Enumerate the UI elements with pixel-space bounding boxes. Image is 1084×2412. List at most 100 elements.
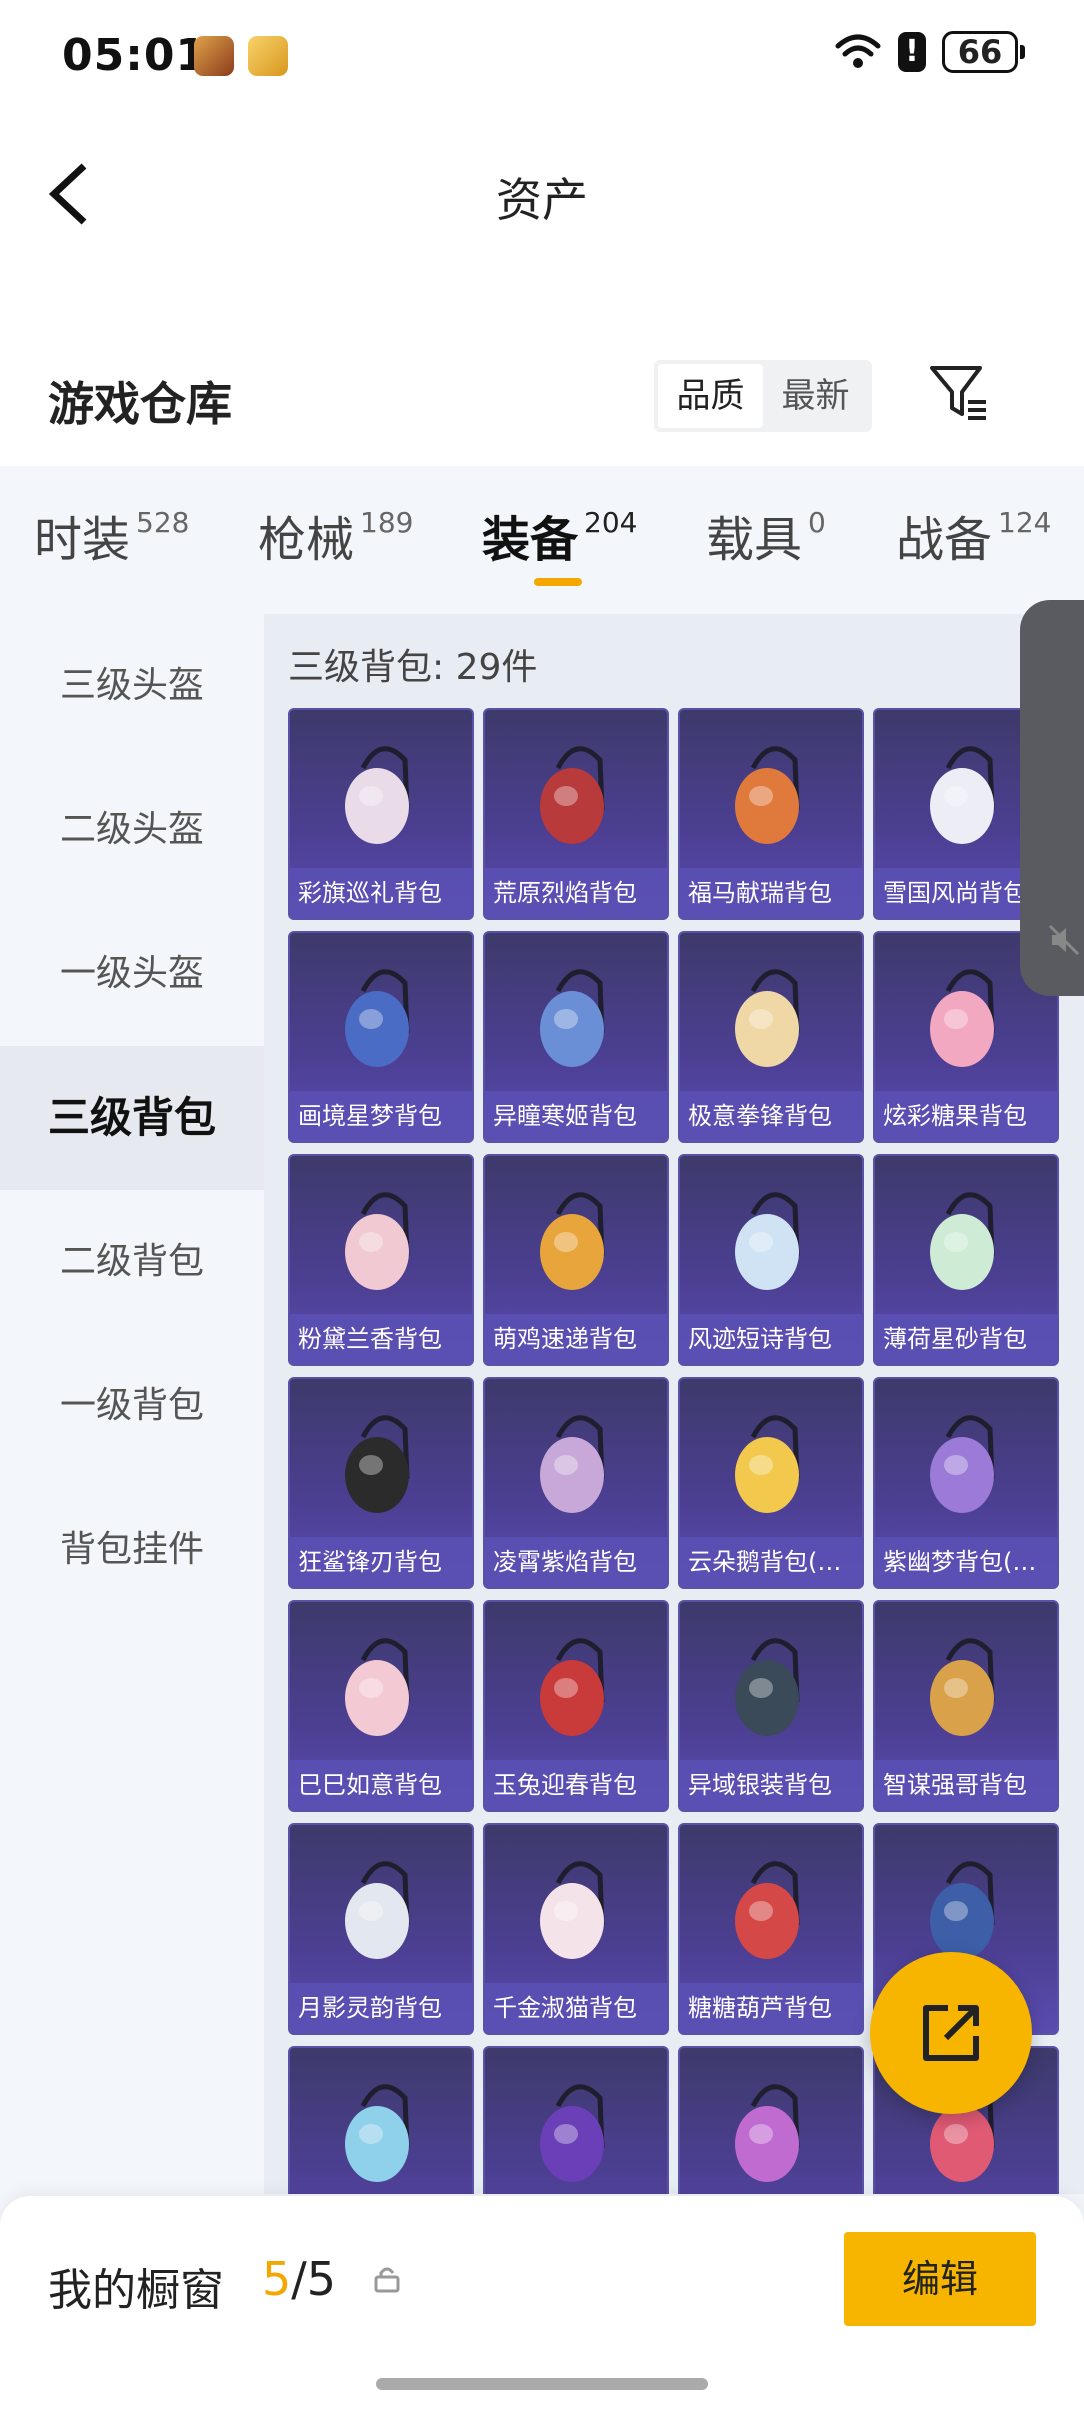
- tab-label: 装备: [482, 512, 579, 568]
- filter-button[interactable]: [926, 362, 990, 426]
- item-card[interactable]: 异域银装背包: [678, 1600, 864, 1812]
- alert-icon: !: [898, 32, 926, 72]
- item-card-label: 荒原烈焰背包: [485, 868, 667, 918]
- item-card[interactable]: 紫幽梦背包(…: [873, 1377, 1059, 1589]
- item-card[interactable]: 异瞳寒姬背包: [483, 931, 669, 1143]
- backpack-icon: [540, 1415, 605, 1513]
- category-list: 三级头盔 二级头盔 一级头盔 三级背包 二级背包 一级背包 背包挂件: [0, 614, 264, 1622]
- item-card[interactable]: 福马献瑞背包: [678, 708, 864, 920]
- item-card[interactable]: 云朵鹅背包(…: [678, 1377, 864, 1589]
- backpack-icon: [540, 969, 605, 1067]
- sort-quality-option[interactable]: 品质: [658, 364, 763, 428]
- item-card[interactable]: 巳巳如意背包: [288, 1600, 474, 1812]
- tab-battle-gear[interactable]: 战备 124: [896, 500, 1051, 570]
- backpack-icon: [345, 1192, 410, 1290]
- item-card[interactable]: 风迹短诗背包: [678, 1154, 864, 1366]
- item-card[interactable]: 糖糖葫芦背包: [678, 1823, 864, 2035]
- item-card[interactable]: 粉黛兰香背包: [288, 1154, 474, 1366]
- category-item[interactable]: 三级头盔: [0, 614, 264, 758]
- showcase-total: /5: [291, 2252, 337, 2306]
- tab-equipment[interactable]: 装备 204: [482, 500, 637, 570]
- item-card-label: 极意拳锋背包: [680, 1091, 862, 1141]
- tab-label: 战备: [896, 512, 993, 568]
- lock-icon: [374, 2267, 400, 2293]
- category-item-active[interactable]: 三级背包: [0, 1046, 264, 1190]
- item-card[interactable]: 萌鸡速递背包: [483, 1154, 669, 1366]
- item-card[interactable]: 凌霄紫焰背包: [483, 1377, 669, 1589]
- item-card[interactable]: 极意拳锋背包: [678, 931, 864, 1143]
- backpack-icon: [735, 2084, 800, 2182]
- item-card[interactable]: 荒原烈焰背包: [483, 708, 669, 920]
- share-button[interactable]: [870, 1952, 1032, 2114]
- backpack-icon: [735, 1638, 800, 1736]
- item-card[interactable]: 画境星梦背包: [288, 931, 474, 1143]
- backpack-icon: [735, 1861, 800, 1959]
- item-card[interactable]: 彩旗巡礼背包: [288, 708, 474, 920]
- showcase-current: 5: [262, 2252, 292, 2306]
- item-card[interactable]: 薄荷星砂背包: [873, 1154, 1059, 1366]
- tab-count: 124: [998, 506, 1052, 539]
- mute-icon: [1048, 924, 1080, 956]
- backpack-icon: [345, 1861, 410, 1959]
- backpack-icon: [540, 746, 605, 844]
- item-card-label: 千金淑猫背包: [485, 1983, 667, 2033]
- home-indicator: [376, 2378, 708, 2390]
- item-card-label: 彩旗巡礼背包: [290, 868, 472, 918]
- category-item[interactable]: 背包挂件: [0, 1478, 264, 1622]
- item-card[interactable]: 狂鲨锋刃背包: [288, 1377, 474, 1589]
- item-card-label: 粉黛兰香背包: [290, 1314, 472, 1364]
- backpack-icon: [930, 1638, 995, 1736]
- backpack-icon: [540, 1192, 605, 1290]
- item-count-title: 三级背包: 29件: [288, 647, 538, 688]
- item-card-label: 月影灵韵背包: [290, 1983, 472, 2033]
- item-card-label: 画境星梦背包: [290, 1091, 472, 1141]
- item-card-label: 智谋强哥背包: [875, 1760, 1057, 1810]
- tab-label: 载具: [706, 512, 803, 568]
- item-card[interactable]: [483, 2046, 669, 2194]
- item-card-label: 巳巳如意背包: [290, 1760, 472, 1810]
- tab-vehicles[interactable]: 载具 0: [706, 500, 826, 570]
- backpack-icon: [540, 1861, 605, 1959]
- item-card-label: 萌鸡速递背包: [485, 1314, 667, 1364]
- showcase-label: 我的橱窗: [48, 2265, 224, 2316]
- backpack-icon: [345, 746, 410, 844]
- backpack-icon: [930, 1415, 995, 1513]
- backpack-icon: [345, 1415, 410, 1513]
- backpack-icon: [345, 1638, 410, 1736]
- category-item[interactable]: 二级背包: [0, 1190, 264, 1334]
- item-card[interactable]: 玉兔迎春背包: [483, 1600, 669, 1812]
- category-item[interactable]: 二级头盔: [0, 758, 264, 902]
- item-card[interactable]: [288, 2046, 474, 2194]
- item-card[interactable]: [678, 2046, 864, 2194]
- item-card-label: 紫幽梦背包(…: [875, 1537, 1057, 1587]
- item-card-label: 异域银装背包: [680, 1760, 862, 1810]
- tab-count: 528: [136, 506, 190, 539]
- item-card[interactable]: 千金淑猫背包: [483, 1823, 669, 2035]
- wifi-icon: [835, 34, 881, 68]
- item-card-label: 异瞳寒姬背包: [485, 1091, 667, 1141]
- item-card-label: 狂鲨锋刃背包: [290, 1537, 472, 1587]
- item-card-label: 风迹短诗背包: [680, 1314, 862, 1364]
- tab-label: 枪械: [258, 512, 355, 568]
- tab-count: 204: [584, 506, 638, 539]
- status-bar: 05:01 ! 66: [0, 0, 1084, 110]
- active-tab-indicator: [534, 578, 582, 586]
- backpack-icon: [735, 969, 800, 1067]
- sort-newest-option[interactable]: 最新: [763, 364, 868, 428]
- tab-guns[interactable]: 枪械 189: [258, 500, 413, 570]
- item-card-label: 糖糖葫芦背包: [680, 1983, 862, 2033]
- game-app-icon: [194, 36, 234, 76]
- category-item[interactable]: 一级背包: [0, 1334, 264, 1478]
- item-card[interactable]: 智谋强哥背包: [873, 1600, 1059, 1812]
- tab-fashion[interactable]: 时装 528: [34, 500, 189, 570]
- side-drawer-handle[interactable]: [1020, 600, 1084, 996]
- item-card-label: 福马献瑞背包: [680, 868, 862, 918]
- backpack-icon: [345, 969, 410, 1067]
- category-item[interactable]: 一级头盔: [0, 902, 264, 1046]
- backpack-icon: [735, 1415, 800, 1513]
- share-icon: [923, 2005, 979, 2061]
- item-card[interactable]: 月影灵韵背包: [288, 1823, 474, 2035]
- edit-button[interactable]: 编辑: [844, 2232, 1036, 2326]
- section-title: 游戏仓库: [48, 377, 232, 431]
- tab-count: 189: [360, 506, 414, 539]
